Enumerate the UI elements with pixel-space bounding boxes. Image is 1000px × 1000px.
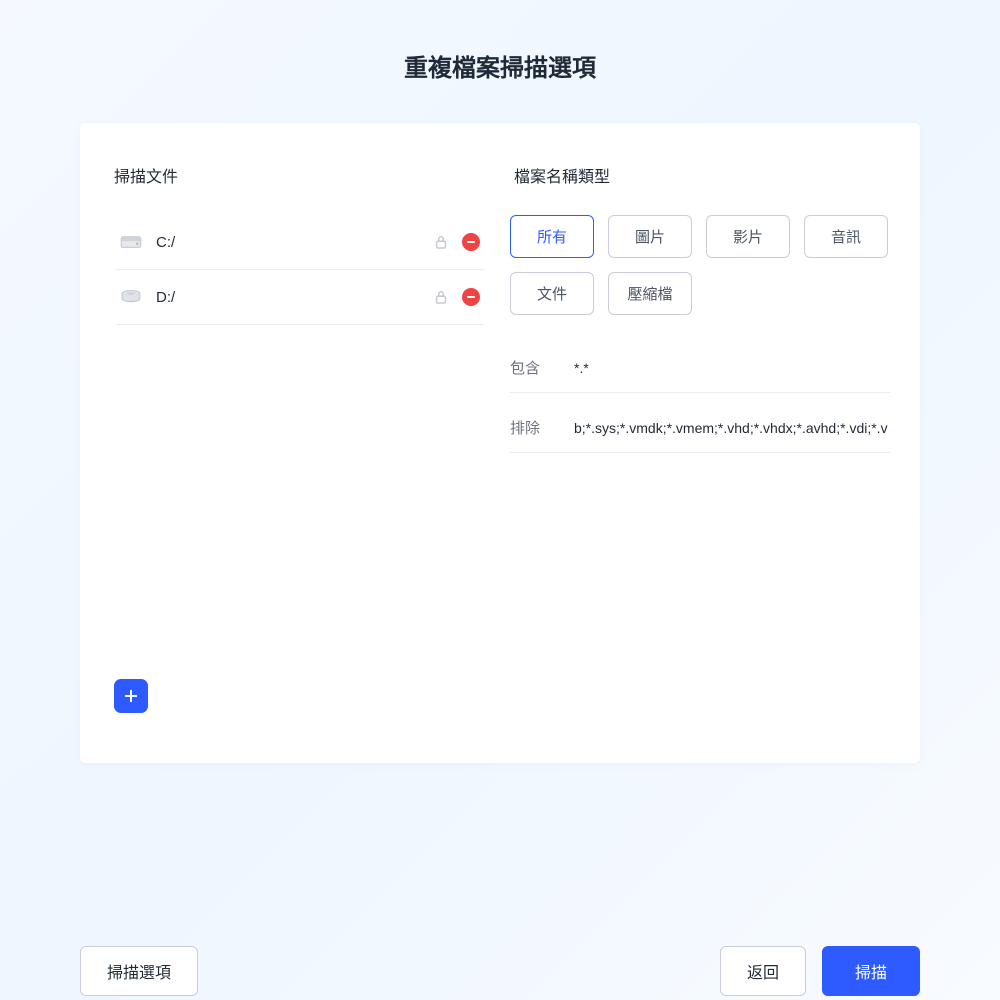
- drive-icon: [120, 234, 142, 250]
- drive-icon: [120, 289, 142, 305]
- exclude-input[interactable]: [574, 420, 888, 436]
- drive-list: C:/ D:/: [110, 215, 490, 325]
- include-input[interactable]: [574, 360, 888, 376]
- footer: 掃描選項 返回 掃描: [0, 946, 1000, 1000]
- type-chip-all[interactable]: 所有: [510, 215, 594, 258]
- include-row: 包含: [510, 343, 890, 393]
- type-chip-video[interactable]: 影片: [706, 215, 790, 258]
- include-label: 包含: [510, 357, 574, 378]
- drive-label: C:/: [156, 234, 432, 251]
- scan-locations-heading: 掃描文件: [110, 163, 490, 187]
- file-type-heading: 檔案名稱類型: [510, 163, 890, 187]
- add-location-button[interactable]: [114, 679, 148, 713]
- exclude-label: 排除: [510, 417, 574, 438]
- back-button[interactable]: 返回: [720, 946, 806, 996]
- remove-drive-icon[interactable]: [462, 233, 480, 251]
- lock-icon[interactable]: [432, 288, 450, 306]
- remove-drive-icon[interactable]: [462, 288, 480, 306]
- type-chip-audio[interactable]: 音訊: [804, 215, 888, 258]
- drive-row[interactable]: D:/: [116, 270, 484, 325]
- options-card: 掃描文件 C:/: [80, 123, 920, 763]
- scan-locations-column: 掃描文件 C:/: [110, 163, 490, 733]
- page-title: 重複檔案掃描選項: [0, 0, 1000, 123]
- file-type-column: 檔案名稱類型 所有 圖片 影片 音訊 文件 壓縮檔 包含 排除: [510, 163, 890, 733]
- scan-button[interactable]: 掃描: [822, 946, 920, 996]
- exclude-row: 排除: [510, 403, 890, 453]
- drive-label: D:/: [156, 289, 432, 306]
- type-chip-image[interactable]: 圖片: [608, 215, 692, 258]
- lock-icon[interactable]: [432, 233, 450, 251]
- type-chip-archive[interactable]: 壓縮檔: [608, 272, 692, 315]
- type-chip-group: 所有 圖片 影片 音訊 文件 壓縮檔: [510, 215, 890, 315]
- scan-options-button[interactable]: 掃描選項: [80, 946, 198, 996]
- drive-row[interactable]: C:/: [116, 215, 484, 270]
- type-chip-document[interactable]: 文件: [510, 272, 594, 315]
